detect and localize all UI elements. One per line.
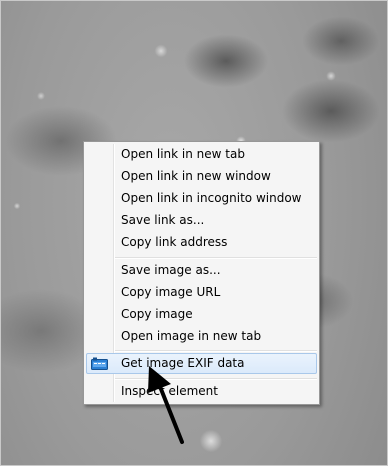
screenshot-frame: Open link in new tab Open link in new wi…: [0, 0, 388, 466]
mouse-pointer-arrow-icon: [148, 366, 184, 444]
